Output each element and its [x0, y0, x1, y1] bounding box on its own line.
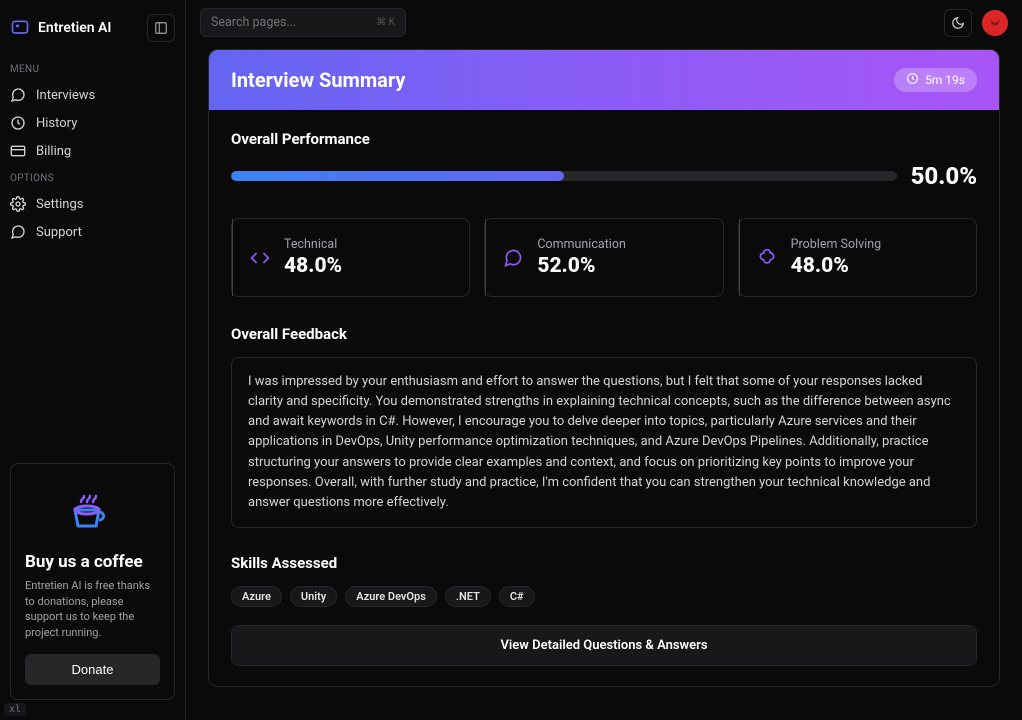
overall-progress-row: 50.0% — [231, 162, 977, 190]
brain-icon — [757, 248, 777, 268]
skill-pill: C# — [499, 586, 535, 607]
feedback-text: I was impressed by your enthusiasm and e… — [231, 357, 977, 528]
overall-percent: 50.0% — [911, 162, 977, 190]
metric-technical: Technical 48.0% — [231, 218, 470, 297]
sidebar-item-billing[interactable]: Billing — [0, 137, 185, 165]
donate-desc: Entretien AI is free thanks to donations… — [25, 578, 160, 640]
skill-pill: Azure DevOps — [345, 586, 437, 607]
sidebar: Entretien AI MENU Interviews History Bil… — [0, 0, 186, 720]
search-placeholder: Search pages... — [211, 15, 296, 30]
collapse-sidebar-button[interactable] — [147, 14, 175, 42]
sidebar-item-history[interactable]: History — [0, 109, 185, 137]
overall-performance-label: Overall Performance — [231, 130, 977, 148]
card-icon — [10, 143, 26, 159]
view-details-button[interactable]: View Detailed Questions & Answers — [231, 625, 977, 666]
chat-icon — [10, 87, 26, 103]
nav-label: History — [36, 116, 77, 131]
page-title: Interview Summary — [231, 68, 405, 92]
logo-icon — [10, 18, 30, 38]
gear-icon — [10, 196, 26, 212]
skills-row: Azure Unity Azure DevOps .NET C# — [231, 586, 977, 607]
history-icon — [10, 115, 26, 131]
feedback-label: Overall Feedback — [231, 325, 977, 343]
sidebar-item-interviews[interactable]: Interviews — [0, 81, 185, 109]
summary-card: Interview Summary 5m 19s Overall Perform… — [208, 49, 1000, 687]
skill-pill: .NET — [445, 586, 491, 607]
app-name: Entretien AI — [38, 20, 111, 36]
nav-label: Support — [36, 225, 82, 240]
metric-value: 48.0% — [791, 254, 882, 278]
metrics-row: Technical 48.0% Communication 52.0% — [231, 218, 977, 297]
summary-body: Overall Performance 50.0% Technical 48.0… — [209, 110, 999, 686]
theme-toggle-button[interactable] — [944, 9, 972, 37]
duration-badge: 5m 19s — [894, 68, 977, 92]
summary-header: Interview Summary 5m 19s — [209, 50, 999, 110]
sidebar-header: Entretien AI — [0, 10, 185, 56]
skill-pill: Azure — [231, 586, 282, 607]
metric-label: Technical — [284, 237, 342, 252]
skills-label: Skills Assessed — [231, 554, 977, 572]
menu-label: MENU — [0, 56, 185, 81]
progress-bar — [231, 171, 897, 181]
sidebar-item-support[interactable]: Support — [0, 218, 185, 246]
donate-title: Buy us a coffee — [25, 552, 160, 572]
nav-label: Interviews — [36, 88, 95, 103]
donate-button[interactable]: Donate — [25, 654, 160, 685]
breakpoint-indicator: xl — [4, 703, 26, 716]
support-icon — [10, 224, 26, 240]
clock-icon — [906, 72, 919, 88]
metric-label: Communication — [537, 237, 626, 252]
skill-pill: Unity — [290, 586, 337, 607]
main: Search pages... ⌘ K Interview Summary 5m… — [186, 0, 1022, 720]
donate-card: Buy us a coffee Entretien AI is free tha… — [10, 463, 175, 700]
nav-label: Settings — [36, 197, 83, 212]
logo[interactable]: Entretien AI — [10, 18, 111, 38]
avatar[interactable] — [982, 10, 1008, 36]
code-icon — [250, 248, 270, 268]
options-label: OPTIONS — [0, 165, 185, 190]
progress-fill — [231, 171, 564, 181]
metric-value: 48.0% — [284, 254, 342, 278]
topbar: Search pages... ⌘ K — [186, 0, 1022, 45]
sidebar-item-settings[interactable]: Settings — [0, 190, 185, 218]
metric-problem-solving: Problem Solving 48.0% — [738, 218, 977, 297]
nav-label: Billing — [36, 144, 71, 159]
coffee-icon — [61, 478, 125, 542]
metric-communication: Communication 52.0% — [484, 218, 723, 297]
content: Interview Summary 5m 19s Overall Perform… — [186, 45, 1022, 701]
metric-value: 52.0% — [537, 254, 626, 278]
duration-text: 5m 19s — [925, 73, 965, 87]
search-kbd: ⌘ K — [376, 17, 395, 28]
metric-label: Problem Solving — [791, 237, 882, 252]
message-icon — [503, 248, 523, 268]
search-input[interactable]: Search pages... ⌘ K — [200, 8, 406, 37]
